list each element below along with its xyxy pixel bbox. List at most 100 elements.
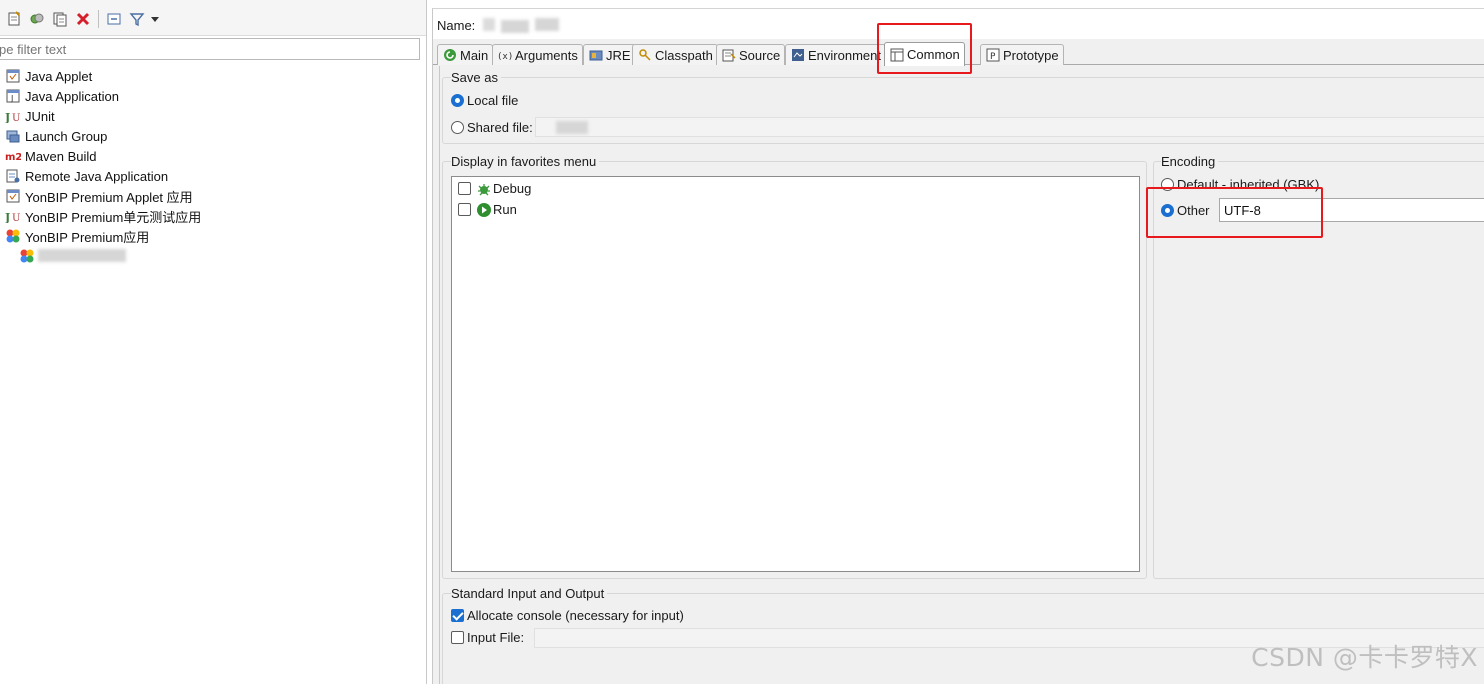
tree-item-launch-group[interactable]: Launch Group	[4, 126, 107, 146]
source-icon	[721, 48, 736, 63]
tree-item-label: YonBIP Premium Applet 应用	[25, 189, 193, 205]
tree-item-yonbip-applet[interactable]: YonBIP Premium Applet 应用	[4, 186, 193, 206]
navigator-toolbar	[0, 0, 426, 36]
prototype-icon: P	[985, 48, 1000, 63]
filter-icon[interactable]	[128, 10, 146, 28]
tab-label: JRE	[606, 47, 631, 63]
svg-text:J: J	[5, 211, 10, 223]
tab-main[interactable]: Main	[437, 44, 494, 65]
favorite-item-run[interactable]: Run	[458, 202, 658, 219]
name-label: Name:	[437, 18, 476, 33]
launch-group-icon	[4, 128, 21, 144]
delete-icon[interactable]	[74, 10, 92, 28]
export-icon[interactable]	[51, 10, 69, 28]
run-play-icon	[476, 202, 492, 221]
encoding-group	[1153, 161, 1484, 579]
tree-item-label: Remote Java Application	[25, 168, 169, 184]
classpath-icon	[637, 48, 652, 63]
tab-label: Source	[739, 47, 781, 63]
tree-item-label: JUnit	[25, 108, 55, 124]
tab-label: Common	[907, 47, 960, 62]
java-application-icon: J	[4, 88, 21, 104]
tab-label: Environment	[808, 47, 881, 63]
name-field[interactable]	[479, 15, 565, 33]
default-encoding-label: Default - inherited (GBK)	[1177, 177, 1320, 192]
tree-item-remote-java-application[interactable]: Remote Java Application	[4, 166, 168, 186]
debug-checkbox[interactable]	[458, 182, 471, 195]
allocate-console-checkbox[interactable]	[451, 609, 464, 622]
yonbip-unit-test-icon: JU	[4, 208, 21, 224]
tree-item-label: Launch Group	[25, 128, 108, 144]
default-encoding-radio[interactable]	[1161, 178, 1174, 191]
tab-label: Arguments	[515, 47, 578, 63]
tab-jre[interactable]: JRE	[583, 44, 636, 65]
tree-item-java-application[interactable]: J Java Application	[4, 86, 119, 106]
launch-config-tabs: Main (x)= Arguments JRE Classpath Source…	[433, 40, 1484, 66]
other-encoding-value: UTF-8	[1224, 203, 1261, 218]
tree-item-label: YonBIP Premium应用	[25, 229, 150, 245]
other-encoding-radio[interactable]	[1161, 204, 1174, 217]
tree-item-java-applet[interactable]: Java Applet	[4, 66, 92, 86]
yonbip-applet-icon	[4, 188, 21, 204]
tab-label: Prototype	[1003, 47, 1059, 63]
duplicate-icon[interactable]	[28, 10, 46, 28]
tab-source[interactable]: Source	[716, 44, 786, 65]
other-encoding-label: Other	[1177, 203, 1210, 218]
environment-icon	[790, 48, 805, 63]
junit-icon: JU	[4, 108, 21, 124]
tab-label: Classpath	[655, 47, 713, 63]
new-launch-config-icon[interactable]	[5, 10, 23, 28]
collapse-all-icon[interactable]	[105, 10, 123, 28]
input-file-label: Input File:	[467, 630, 525, 645]
arguments-icon: (x)=	[497, 48, 512, 63]
svg-text:(x)=: (x)=	[497, 52, 512, 62]
tree-item-redacted-config[interactable]	[18, 246, 126, 266]
main-tab-icon	[442, 48, 457, 63]
svg-text:J: J	[10, 94, 13, 103]
launch-config-editor: Name: Main (x)= Arguments JRE Classpath …	[432, 8, 1484, 684]
tab-classpath[interactable]: Classpath	[632, 44, 718, 65]
debug-label: Debug	[493, 181, 532, 196]
favorite-item-debug[interactable]: Debug	[458, 181, 658, 198]
tree-item-label: Java Application	[25, 88, 119, 104]
allocate-console-label: Allocate console (necessary for input)	[467, 608, 684, 623]
svg-text:U: U	[12, 213, 20, 223]
tree-item-maven-build[interactable]: m2 Maven Build	[4, 146, 97, 166]
input-file-checkbox[interactable]	[451, 631, 464, 644]
filter-input[interactable]	[0, 38, 420, 60]
tree-item-yonbip-app[interactable]: YonBIP Premium应用	[4, 226, 149, 246]
tree-item-yonbip-unit-test[interactable]: JU YonBIP Premium单元测试应用	[4, 206, 202, 226]
tab-environment[interactable]: Environment	[785, 44, 886, 65]
remote-java-icon	[4, 168, 21, 184]
tab-prototype[interactable]: P Prototype	[980, 44, 1064, 65]
yonbip-app-icon	[18, 248, 35, 264]
save-as-title: Save as	[451, 70, 501, 85]
favorites-list: Debug Run	[451, 176, 1140, 572]
tree-item-junit[interactable]: JU JUnit	[4, 106, 55, 126]
tab-arguments[interactable]: (x)= Arguments	[492, 44, 583, 65]
toolbar-separator	[98, 10, 99, 28]
shared-file-field[interactable]	[535, 117, 1484, 137]
run-label: Run	[493, 202, 517, 217]
common-icon	[889, 47, 904, 62]
local-file-label: Local file	[467, 93, 519, 108]
shared-file-label: Shared file:	[467, 120, 533, 135]
shared-file-radio[interactable]	[451, 121, 464, 134]
encoding-title: Encoding	[1161, 154, 1219, 169]
favorites-title: Display in favorites menu	[451, 154, 600, 169]
redacted-label	[38, 249, 126, 262]
yonbip-app-icon	[4, 228, 21, 244]
tree-item-label: Java Applet	[25, 68, 93, 84]
watermark: CSDN @卡卡罗特X	[1251, 643, 1478, 672]
tab-common[interactable]: Common	[884, 42, 965, 66]
tab-label: Main	[460, 47, 489, 63]
common-tab-content: Save as Local file Shared file: Display …	[439, 66, 1484, 684]
svg-text:P: P	[990, 52, 996, 62]
dropdown-arrow-icon[interactable]	[149, 10, 161, 28]
tree-item-label: Maven Build	[25, 148, 97, 164]
run-checkbox[interactable]	[458, 203, 471, 216]
svg-text:U: U	[12, 113, 20, 123]
other-encoding-combo[interactable]: UTF-8	[1219, 198, 1484, 222]
launch-config-navigator: Java Applet J Java Application JU JUnit …	[0, 0, 427, 684]
local-file-radio[interactable]	[451, 94, 464, 107]
